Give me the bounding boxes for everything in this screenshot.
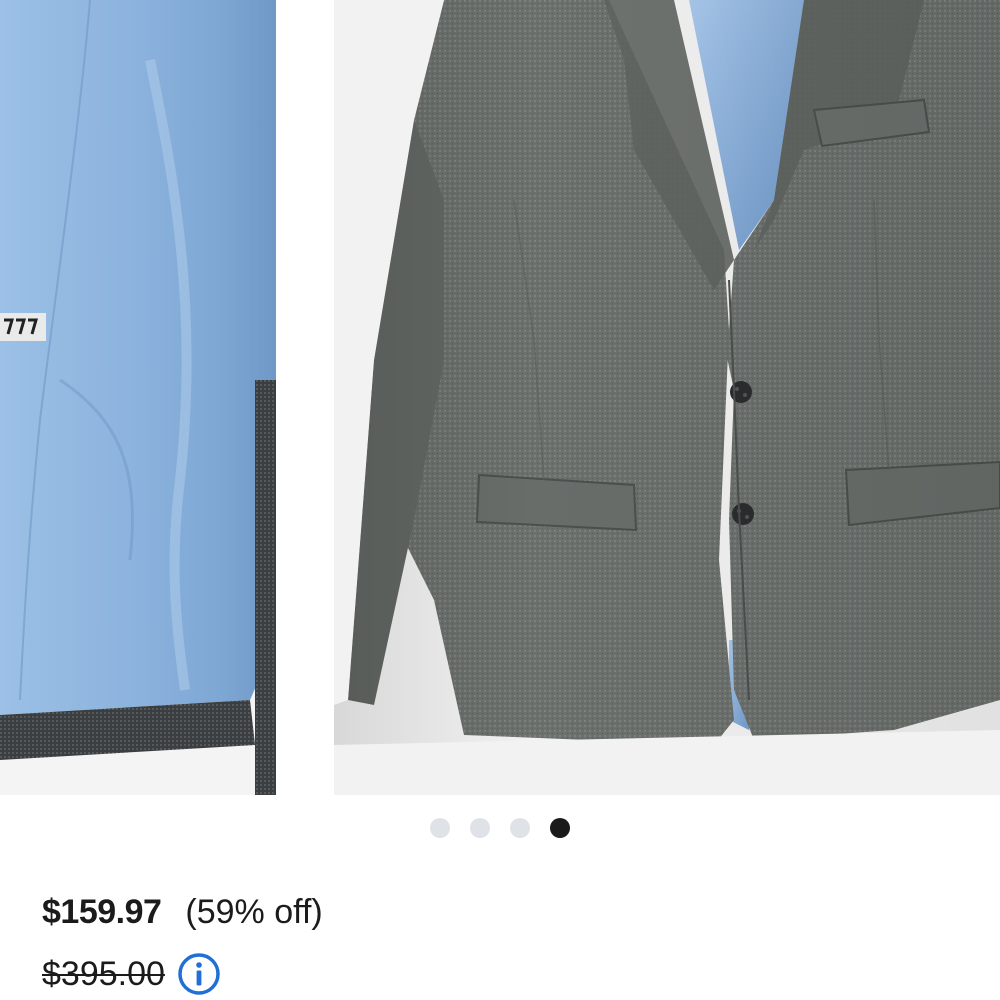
- product-image-jacket[interactable]: [334, 0, 1000, 795]
- original-price: $395.00: [42, 954, 165, 993]
- product-image-carousel[interactable]: [0, 0, 1000, 795]
- sale-price: $159.97: [42, 893, 162, 931]
- carousel-dot-2[interactable]: [470, 818, 490, 838]
- carousel-pagination: [0, 817, 1000, 839]
- carousel-dot-3[interactable]: [510, 818, 530, 838]
- lining-closeup-image: [0, 0, 276, 795]
- product-image-lining[interactable]: [0, 0, 276, 795]
- original-price-row: $395.00: [42, 952, 221, 996]
- grey-suit-jacket-image: [334, 0, 1000, 795]
- carousel-dot-1[interactable]: [430, 818, 450, 838]
- carousel-dot-4[interactable]: [550, 818, 570, 838]
- price-row: $159.97 (59% off): [42, 893, 323, 932]
- info-icon[interactable]: [177, 952, 221, 996]
- discount-percent: (59% off): [185, 893, 323, 931]
